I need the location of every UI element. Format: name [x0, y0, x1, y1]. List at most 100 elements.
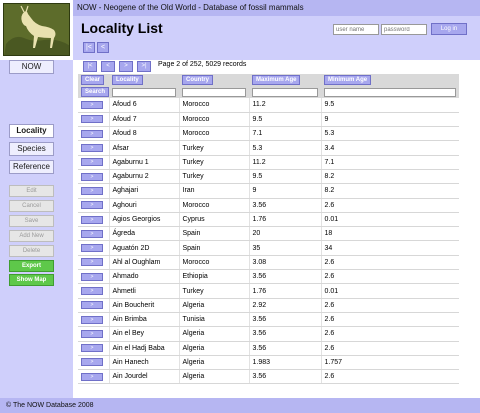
open-row-button[interactable]: >	[81, 287, 103, 295]
max-age-cell: 3.56	[248, 341, 321, 356]
sidebar-item-species[interactable]: Species	[9, 142, 54, 156]
country-cell: Algeria	[178, 369, 249, 385]
table-row: > Ain Jourdel Algeria 3.56 2.6	[78, 369, 459, 385]
header-first-button[interactable]: |<	[83, 42, 95, 53]
table-row: > Ain el Bey Algeria 3.56 2.6	[78, 326, 459, 342]
country-cell: Turkey	[178, 155, 249, 170]
locality-cell: Ahmetli	[108, 283, 179, 299]
open-row-button[interactable]: >	[81, 372, 103, 381]
min-age-cell: 0.01	[320, 283, 459, 299]
max-age-cell: 1.76	[248, 212, 321, 228]
max-age-cell: 11.2	[248, 155, 321, 170]
edit-button[interactable]: Edit	[9, 185, 54, 197]
max-age-cell: 9.5	[248, 169, 321, 185]
open-row-button[interactable]: >	[81, 186, 103, 195]
min-age-cell: 2.6	[320, 341, 459, 356]
search-button[interactable]: Search	[81, 87, 109, 97]
open-row-button[interactable]: >	[81, 301, 103, 310]
max-age-cell: 3.56	[248, 312, 321, 328]
open-row-button[interactable]: >	[81, 115, 103, 124]
last-page-button[interactable]: >|	[137, 61, 151, 72]
min-age-cell: 1.757	[320, 355, 459, 371]
min-age-cell: 0.01	[320, 212, 459, 228]
min-age-cell: 3.4	[320, 140, 459, 156]
max-age-cell: 3.56	[248, 269, 321, 285]
show-map-button[interactable]: Show Map	[9, 274, 54, 286]
clear-button[interactable]: Clear	[81, 75, 105, 85]
country-cell: Morocco	[178, 255, 249, 271]
locality-cell: Agaburnu 2	[108, 169, 179, 185]
open-row-button[interactable]: >	[81, 201, 103, 210]
country-filter-input[interactable]	[182, 87, 246, 97]
open-row-button[interactable]: >	[81, 329, 103, 338]
table-row: > Aguatón 2D Spain 35 34	[78, 240, 459, 256]
locality-cell: Aghouri	[108, 198, 179, 213]
open-row-button[interactable]: >	[81, 358, 103, 367]
sidebar-item-reference[interactable]: Reference	[9, 160, 54, 174]
open-row-button[interactable]: >	[81, 158, 103, 167]
first-page-button[interactable]: |<	[83, 61, 97, 72]
open-row-button[interactable]: >	[81, 272, 103, 281]
add-new-button[interactable]: Add New	[9, 230, 54, 242]
table-row: > Agios Georgios Cyprus 1.76 0.01	[78, 212, 459, 228]
locality-cell: Afoud 6	[108, 98, 179, 113]
password-input[interactable]	[381, 24, 427, 35]
cancel-button[interactable]: Cancel	[9, 200, 54, 212]
sort-country-button[interactable]: Country	[182, 75, 213, 85]
min-age-filter-input[interactable]	[324, 87, 456, 97]
table-row: > Ágreda Spain 20 18	[78, 226, 459, 242]
table-row: > Aghouri Morocco 3.56 2.6	[78, 198, 459, 213]
sort-min-age-button[interactable]: Minimum Age	[324, 75, 372, 85]
open-row-button[interactable]: >	[81, 215, 103, 224]
country-cell: Algeria	[178, 355, 249, 371]
max-age-cell: 1.76	[248, 283, 321, 299]
open-row-button[interactable]: >	[81, 129, 103, 138]
username-input[interactable]	[333, 24, 379, 35]
table-row: > Ahl al Oughlam Morocco 3.08 2.6	[78, 255, 459, 271]
max-age-cell: 3.56	[248, 326, 321, 342]
locality-cell: Afoud 7	[108, 112, 179, 128]
app-title: NOW - Neogene of the Old World - Databas…	[77, 3, 304, 12]
max-age-cell: 9	[248, 183, 321, 199]
delete-button[interactable]: Delete	[9, 245, 54, 257]
next-page-button[interactable]: >	[119, 61, 133, 72]
min-age-cell: 2.6	[320, 269, 459, 285]
locality-cell: Ahmado	[108, 269, 179, 285]
locality-filter-input[interactable]	[112, 87, 176, 97]
table-row: > Ain Hanech Algeria 1.983 1.757	[78, 355, 459, 371]
min-age-cell: 8.2	[320, 183, 459, 199]
prev-page-button[interactable]: <	[101, 61, 115, 72]
min-age-cell: 34	[320, 240, 459, 256]
max-age-cell: 35	[248, 240, 321, 256]
copyright-text: © The NOW Database 2008	[6, 402, 94, 409]
open-row-button[interactable]: >	[81, 258, 103, 267]
locality-cell: Ain Hanech	[108, 355, 179, 371]
sidebar-now-button[interactable]: NOW	[9, 60, 54, 74]
table-header-row: Clear Locality Country Maximum Age Minim…	[78, 74, 459, 86]
sort-locality-button[interactable]: Locality	[112, 75, 143, 85]
min-age-cell: 7.1	[320, 155, 459, 170]
open-row-button[interactable]: >	[81, 229, 103, 238]
min-age-cell: 9	[320, 112, 459, 128]
open-row-button[interactable]: >	[81, 244, 103, 253]
max-age-filter-input[interactable]	[252, 87, 318, 97]
table-row: > Ain Boucherit Algeria 2.92 2.6	[78, 298, 459, 313]
save-button[interactable]: Save	[9, 215, 54, 227]
max-age-cell: 3.08	[248, 255, 321, 271]
login-button[interactable]: Log in	[431, 23, 467, 35]
open-row-button[interactable]: >	[81, 172, 103, 181]
export-button[interactable]: Export	[9, 260, 54, 272]
open-row-button[interactable]: >	[81, 315, 103, 324]
open-row-button[interactable]: >	[81, 100, 103, 109]
page-info: Page 2 of 252, 5029 records	[158, 61, 247, 68]
min-age-cell: 2.6	[320, 326, 459, 342]
sort-max-age-button[interactable]: Maximum Age	[252, 75, 301, 85]
header-prev-button[interactable]: <	[97, 42, 109, 53]
country-cell: Turkey	[178, 140, 249, 156]
country-cell: Tunisia	[178, 312, 249, 328]
open-row-button[interactable]: >	[81, 144, 103, 153]
max-age-cell: 20	[248, 226, 321, 242]
sidebar-item-locality[interactable]: Locality	[9, 124, 54, 138]
open-row-button[interactable]: >	[81, 344, 103, 353]
locality-cell: Aguatón 2D	[108, 240, 179, 256]
